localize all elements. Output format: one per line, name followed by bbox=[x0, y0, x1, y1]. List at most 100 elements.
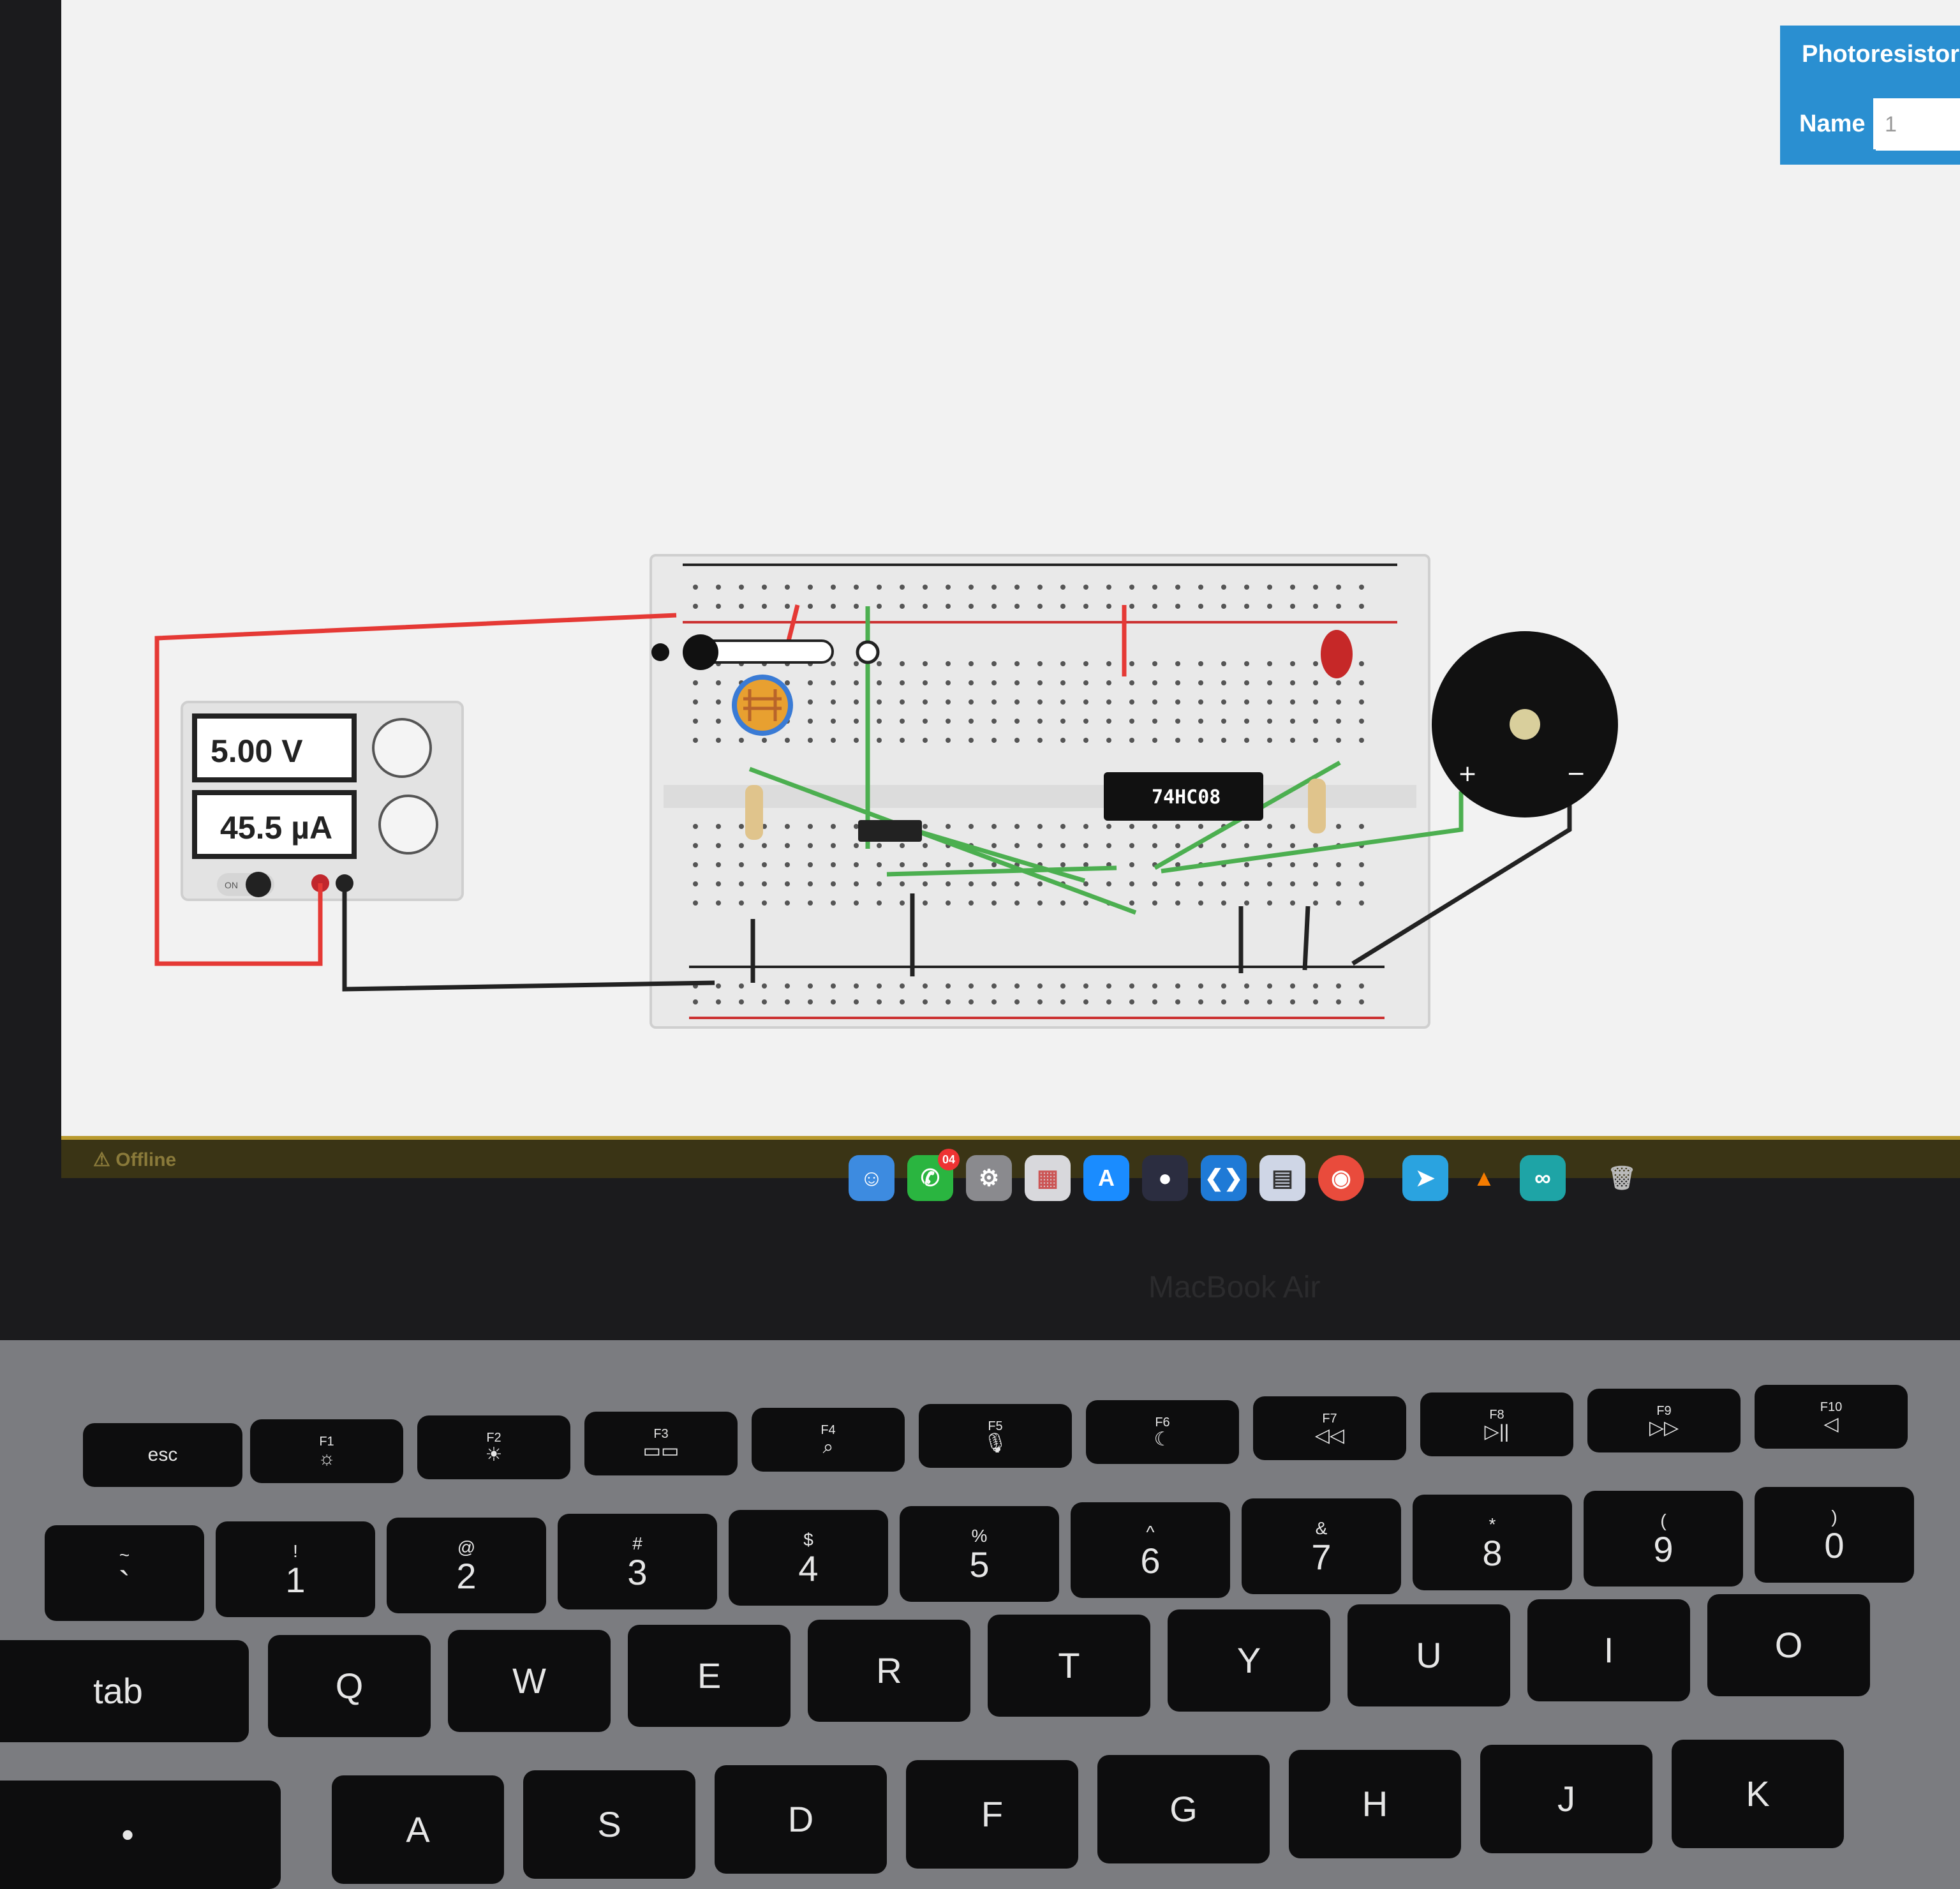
breadboard-hole[interactable] bbox=[1106, 983, 1111, 989]
app-store-icon[interactable]: A bbox=[1083, 1155, 1129, 1201]
breadboard-hole[interactable] bbox=[1106, 719, 1111, 724]
breadboard-hole[interactable] bbox=[877, 881, 882, 886]
breadboard-hole[interactable] bbox=[1037, 604, 1043, 609]
breadboard-hole[interactable] bbox=[1175, 983, 1180, 989]
key[interactable]: Q bbox=[268, 1635, 431, 1737]
breadboard-hole[interactable] bbox=[1106, 881, 1111, 886]
breadboard-hole[interactable] bbox=[923, 881, 928, 886]
breadboard-hole[interactable] bbox=[1244, 983, 1249, 989]
breadboard-hole[interactable] bbox=[877, 680, 882, 685]
breadboard-hole[interactable] bbox=[1221, 999, 1226, 1004]
breadboard-hole[interactable] bbox=[1290, 900, 1295, 906]
breadboard-hole[interactable] bbox=[785, 881, 790, 886]
breadboard-hole[interactable] bbox=[877, 699, 882, 705]
key[interactable]: F7 ◁◁ bbox=[1253, 1396, 1406, 1460]
breadboard-hole[interactable] bbox=[991, 999, 997, 1004]
breadboard-hole[interactable] bbox=[1175, 719, 1180, 724]
breadboard-hole[interactable] bbox=[1244, 585, 1249, 590]
breadboard-hole[interactable] bbox=[1106, 699, 1111, 705]
breadboard-hole[interactable] bbox=[1198, 699, 1203, 705]
breadboard-hole[interactable] bbox=[923, 824, 928, 829]
breadboard-hole[interactable] bbox=[1037, 824, 1043, 829]
breadboard-hole[interactable] bbox=[1244, 604, 1249, 609]
breadboard-hole[interactable] bbox=[1060, 604, 1065, 609]
breadboard-hole[interactable] bbox=[1129, 862, 1134, 867]
breadboard-hole[interactable] bbox=[1037, 719, 1043, 724]
breadboard-hole[interactable] bbox=[923, 900, 928, 906]
breadboard-hole[interactable] bbox=[1106, 604, 1111, 609]
breadboard-hole[interactable] bbox=[877, 862, 882, 867]
breadboard-hole[interactable] bbox=[1359, 661, 1364, 666]
breadboard-hole[interactable] bbox=[1290, 881, 1295, 886]
breadboard-hole[interactable] bbox=[762, 604, 767, 609]
breadboard-hole[interactable] bbox=[808, 699, 813, 705]
key[interactable]: % 5 bbox=[900, 1506, 1059, 1602]
breadboard-hole[interactable] bbox=[716, 738, 721, 743]
breadboard-hole[interactable] bbox=[693, 719, 698, 724]
breadboard-hole[interactable] bbox=[716, 999, 721, 1004]
breadboard-hole[interactable] bbox=[1083, 661, 1088, 666]
breadboard-hole[interactable] bbox=[900, 900, 905, 906]
breadboard-hole[interactable] bbox=[1175, 680, 1180, 685]
breadboard-hole[interactable] bbox=[1359, 604, 1364, 609]
breadboard-hole[interactable] bbox=[739, 999, 744, 1004]
key[interactable]: #3 bbox=[558, 1514, 717, 1609]
breadboard-hole[interactable] bbox=[831, 719, 836, 724]
davinci-resolve-icon[interactable]: ● bbox=[1142, 1155, 1188, 1201]
breadboard-hole[interactable] bbox=[1198, 585, 1203, 590]
chrome-icon[interactable]: ◉ bbox=[1318, 1155, 1364, 1201]
breadboard-hole[interactable] bbox=[1106, 999, 1111, 1004]
breadboard-hole[interactable] bbox=[877, 738, 882, 743]
breadboard-hole[interactable] bbox=[1221, 881, 1226, 886]
breadboard-hole[interactable] bbox=[1198, 680, 1203, 685]
key[interactable]: O bbox=[1707, 1594, 1870, 1696]
breadboard-hole[interactable] bbox=[1060, 699, 1065, 705]
key[interactable]: G bbox=[1097, 1755, 1270, 1863]
breadboard-hole[interactable] bbox=[1267, 843, 1272, 848]
breadboard-hole[interactable] bbox=[854, 585, 859, 590]
key[interactable]: R bbox=[808, 1620, 970, 1722]
breadboard-hole[interactable] bbox=[1336, 999, 1341, 1004]
key[interactable]: K bbox=[1672, 1740, 1844, 1848]
breadboard-hole[interactable] bbox=[877, 719, 882, 724]
breadboard-hole[interactable] bbox=[831, 738, 836, 743]
breadboard-hole[interactable] bbox=[1313, 999, 1318, 1004]
key[interactable]: F bbox=[906, 1760, 1078, 1869]
telegram-icon[interactable]: ➤ bbox=[1402, 1155, 1448, 1201]
breadboard-hole[interactable] bbox=[1221, 719, 1226, 724]
breadboard-hole[interactable] bbox=[1060, 680, 1065, 685]
breadboard-hole[interactable] bbox=[739, 824, 744, 829]
breadboard-hole[interactable] bbox=[1014, 881, 1020, 886]
breadboard-hole[interactable] bbox=[762, 881, 767, 886]
breadboard-hole[interactable] bbox=[1336, 738, 1341, 743]
breadboard-hole[interactable] bbox=[946, 738, 951, 743]
breadboard-hole[interactable] bbox=[831, 843, 836, 848]
breadboard-hole[interactable] bbox=[693, 604, 698, 609]
breadboard-hole[interactable] bbox=[1175, 843, 1180, 848]
breadboard-hole[interactable] bbox=[923, 699, 928, 705]
breadboard-hole[interactable] bbox=[1129, 900, 1134, 906]
breadboard-hole[interactable] bbox=[1290, 585, 1295, 590]
breadboard-hole[interactable] bbox=[991, 824, 997, 829]
key[interactable]: ! 1 bbox=[216, 1521, 375, 1617]
breadboard-hole[interactable] bbox=[808, 900, 813, 906]
breadboard-hole[interactable] bbox=[1359, 585, 1364, 590]
breadboard-hole[interactable] bbox=[923, 585, 928, 590]
breadboard-hole[interactable] bbox=[1152, 983, 1157, 989]
breadboard-hole[interactable] bbox=[785, 824, 790, 829]
breadboard-hole[interactable] bbox=[1267, 824, 1272, 829]
breadboard-hole[interactable] bbox=[1336, 881, 1341, 886]
breadboard-hole[interactable] bbox=[1244, 680, 1249, 685]
breadboard-hole[interactable] bbox=[1083, 585, 1088, 590]
breadboard-hole[interactable] bbox=[991, 900, 997, 906]
breadboard-hole[interactable] bbox=[1060, 738, 1065, 743]
breadboard-hole[interactable] bbox=[1152, 843, 1157, 848]
breadboard-hole[interactable] bbox=[831, 824, 836, 829]
breadboard-hole[interactable] bbox=[1336, 862, 1341, 867]
breadboard-hole[interactable] bbox=[1198, 900, 1203, 906]
breadboard-hole[interactable] bbox=[1221, 843, 1226, 848]
breadboard-hole[interactable] bbox=[1290, 738, 1295, 743]
breadboard-hole[interactable] bbox=[1244, 661, 1249, 666]
breadboard-hole[interactable] bbox=[1244, 699, 1249, 705]
breadboard-hole[interactable] bbox=[831, 680, 836, 685]
